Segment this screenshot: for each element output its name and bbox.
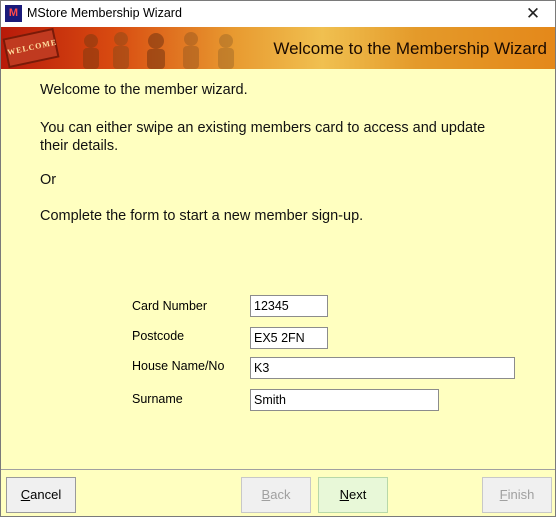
membership-wizard-window: M MStore Membership Wizard ✕ WELCOME Wel… <box>0 0 556 517</box>
card-number-input[interactable] <box>250 295 328 317</box>
postcode-input[interactable] <box>250 327 328 349</box>
welcome-mat-image: WELCOME <box>2 27 60 69</box>
house-name-label: House Name/No <box>132 359 225 373</box>
surname-input[interactable] <box>250 389 439 411</box>
swipe-instructions: You can either swipe an existing members… <box>40 120 486 154</box>
postcode-label: Postcode <box>132 329 185 343</box>
house-name-input[interactable] <box>250 357 515 379</box>
people-silhouette-image <box>83 32 234 69</box>
app-icon: M <box>5 5 22 22</box>
title-bar[interactable]: M MStore Membership Wizard ✕ <box>1 1 555 27</box>
close-button[interactable]: ✕ <box>511 1 555 27</box>
card-number-label: Card Number <box>132 299 208 313</box>
next-button[interactable]: Next <box>318 477 388 513</box>
or-text: Or <box>40 172 57 188</box>
finish-button[interactable]: Finish <box>482 477 552 513</box>
back-button[interactable]: Back <box>241 477 311 513</box>
header-banner: WELCOME Welcome to the Membership Wizard <box>1 27 555 69</box>
button-bar: Cancel Back Next Finish <box>1 469 555 516</box>
banner-title: Welcome to the Membership Wizard <box>273 39 547 58</box>
surname-label: Surname <box>132 392 183 406</box>
window-title: MStore Membership Wizard <box>27 6 182 20</box>
cancel-button[interactable]: Cancel <box>6 477 76 513</box>
complete-form-instructions: Complete the form to start a new member … <box>40 208 364 224</box>
intro-text: Welcome to the member wizard. <box>40 82 248 98</box>
